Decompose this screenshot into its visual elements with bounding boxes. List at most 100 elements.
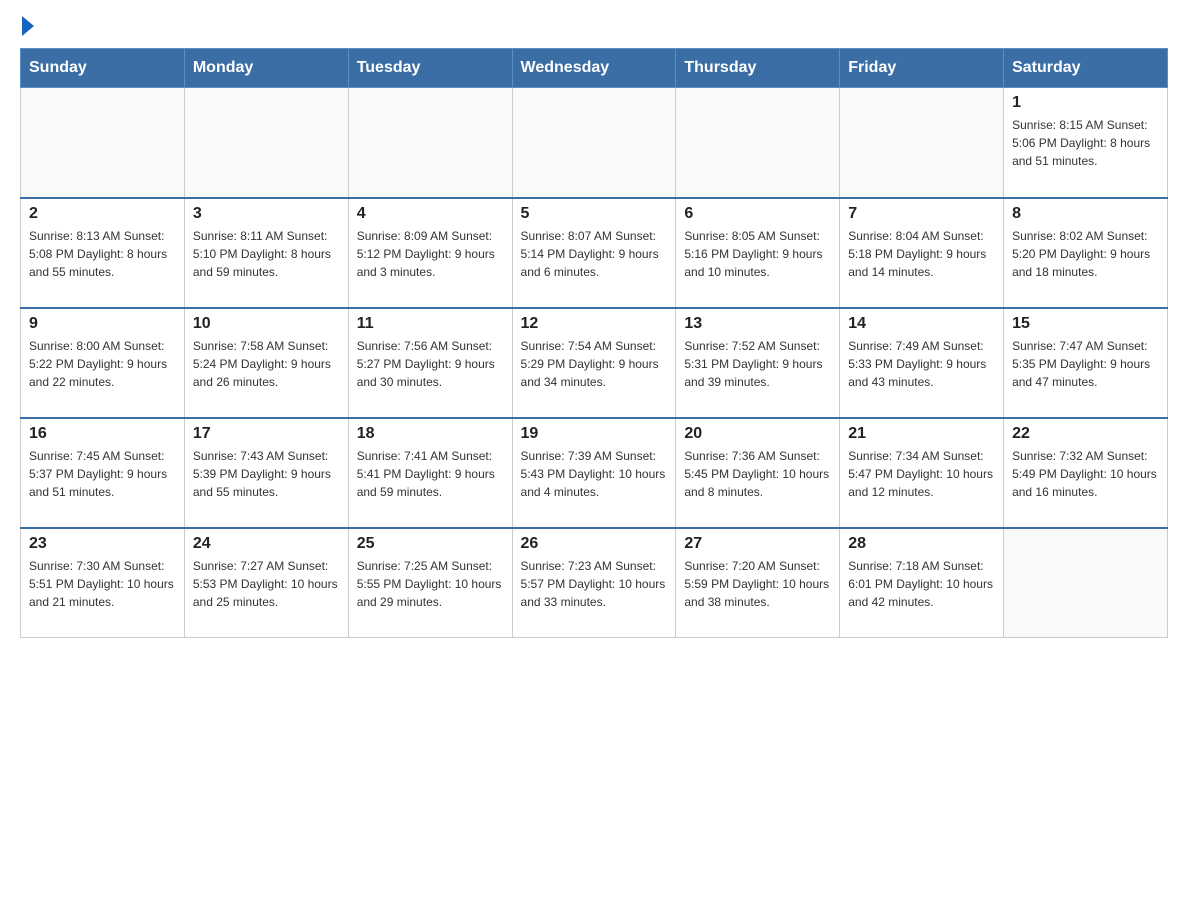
calendar-cell: 2 Sunrise: 8:13 AM Sunset: 5:08 PM Daylig… [21, 198, 185, 308]
day-number: 27 [684, 535, 831, 553]
day-info: Sunrise: 7:32 AM Sunset: 5:49 PM Dayligh… [1012, 447, 1159, 501]
calendar-cell: 15 Sunrise: 7:47 AM Sunset: 5:35 PM Dayli… [1004, 308, 1168, 418]
weekday-header-monday: Monday [184, 49, 348, 88]
weekday-header-thursday: Thursday [676, 49, 840, 88]
weekday-header-saturday: Saturday [1004, 49, 1168, 88]
day-number: 16 [29, 425, 176, 443]
calendar-cell [184, 88, 348, 198]
day-info: Sunrise: 8:07 AM Sunset: 5:14 PM Dayligh… [521, 227, 668, 281]
calendar-cell: 6 Sunrise: 8:05 AM Sunset: 5:16 PM Daylig… [676, 198, 840, 308]
weekday-header-tuesday: Tuesday [348, 49, 512, 88]
calendar-cell: 3 Sunrise: 8:11 AM Sunset: 5:10 PM Daylig… [184, 198, 348, 308]
day-info: Sunrise: 7:47 AM Sunset: 5:35 PM Dayligh… [1012, 337, 1159, 391]
calendar-cell [676, 88, 840, 198]
day-info: Sunrise: 7:18 AM Sunset: 6:01 PM Dayligh… [848, 557, 995, 611]
weekday-header-wednesday: Wednesday [512, 49, 676, 88]
day-info: Sunrise: 8:04 AM Sunset: 5:18 PM Dayligh… [848, 227, 995, 281]
calendar-cell: 16 Sunrise: 7:45 AM Sunset: 5:37 PM Dayli… [21, 418, 185, 528]
calendar-cell: 13Sunrise: 7:52 AM Sunset: 5:31 PM Dayli… [676, 308, 840, 418]
day-number: 8 [1012, 205, 1159, 223]
day-info: Sunrise: 7:41 AM Sunset: 5:41 PM Dayligh… [357, 447, 504, 501]
calendar-cell: 11Sunrise: 7:56 AM Sunset: 5:27 PM Dayli… [348, 308, 512, 418]
day-info: Sunrise: 8:15 AM Sunset: 5:06 PM Dayligh… [1012, 116, 1159, 170]
day-number: 11 [357, 315, 504, 333]
day-info: Sunrise: 8:09 AM Sunset: 5:12 PM Dayligh… [357, 227, 504, 281]
day-number: 22 [1012, 425, 1159, 443]
calendar-cell: 23 Sunrise: 7:30 AM Sunset: 5:51 PM Dayli… [21, 528, 185, 638]
day-info: Sunrise: 7:49 AM Sunset: 5:33 PM Dayligh… [848, 337, 995, 391]
day-info: Sunrise: 8:11 AM Sunset: 5:10 PM Dayligh… [193, 227, 340, 281]
logo-text [20, 20, 34, 36]
logo [20, 20, 34, 32]
calendar-cell: 5 Sunrise: 8:07 AM Sunset: 5:14 PM Daylig… [512, 198, 676, 308]
day-number: 1 [1012, 94, 1159, 112]
calendar-week-row: 2 Sunrise: 8:13 AM Sunset: 5:08 PM Daylig… [21, 198, 1168, 308]
day-number: 21 [848, 425, 995, 443]
day-number: 25 [357, 535, 504, 553]
day-number: 9 [29, 315, 176, 333]
day-info: Sunrise: 8:00 AM Sunset: 5:22 PM Dayligh… [29, 337, 176, 391]
day-number: 23 [29, 535, 176, 553]
calendar-cell: 12 Sunrise: 7:54 AM Sunset: 5:29 PM Dayli… [512, 308, 676, 418]
day-info: Sunrise: 7:54 AM Sunset: 5:29 PM Dayligh… [521, 337, 668, 391]
day-info: Sunrise: 7:52 AM Sunset: 5:31 PM Dayligh… [684, 337, 831, 391]
calendar-cell [348, 88, 512, 198]
calendar-cell: 26 Sunrise: 7:23 AM Sunset: 5:57 PM Dayli… [512, 528, 676, 638]
calendar-cell: 19 Sunrise: 7:39 AM Sunset: 5:43 PM Dayli… [512, 418, 676, 528]
day-number: 18 [357, 425, 504, 443]
day-info: Sunrise: 7:39 AM Sunset: 5:43 PM Dayligh… [521, 447, 668, 501]
page-header [20, 20, 1168, 32]
day-info: Sunrise: 7:27 AM Sunset: 5:53 PM Dayligh… [193, 557, 340, 611]
calendar-week-row: 1 Sunrise: 8:15 AM Sunset: 5:06 PM Daylig… [21, 88, 1168, 198]
day-info: Sunrise: 7:20 AM Sunset: 5:59 PM Dayligh… [684, 557, 831, 611]
day-number: 12 [521, 315, 668, 333]
day-number: 6 [684, 205, 831, 223]
calendar-cell [1004, 528, 1168, 638]
day-number: 2 [29, 205, 176, 223]
day-info: Sunrise: 7:34 AM Sunset: 5:47 PM Dayligh… [848, 447, 995, 501]
calendar-cell: 7 Sunrise: 8:04 AM Sunset: 5:18 PM Daylig… [840, 198, 1004, 308]
day-info: Sunrise: 8:05 AM Sunset: 5:16 PM Dayligh… [684, 227, 831, 281]
calendar-cell [21, 88, 185, 198]
day-number: 15 [1012, 315, 1159, 333]
day-number: 10 [193, 315, 340, 333]
day-number: 3 [193, 205, 340, 223]
calendar-week-row: 9 Sunrise: 8:00 AM Sunset: 5:22 PM Daylig… [21, 308, 1168, 418]
calendar-cell: 20 Sunrise: 7:36 AM Sunset: 5:45 PM Dayli… [676, 418, 840, 528]
weekday-header-sunday: Sunday [21, 49, 185, 88]
day-number: 17 [193, 425, 340, 443]
day-number: 20 [684, 425, 831, 443]
day-number: 7 [848, 205, 995, 223]
calendar-cell: 14Sunrise: 7:49 AM Sunset: 5:33 PM Dayli… [840, 308, 1004, 418]
calendar-cell [512, 88, 676, 198]
day-number: 26 [521, 535, 668, 553]
calendar-cell: 22 Sunrise: 7:32 AM Sunset: 5:49 PM Dayli… [1004, 418, 1168, 528]
calendar-cell: 9 Sunrise: 8:00 AM Sunset: 5:22 PM Daylig… [21, 308, 185, 418]
logo-arrow-icon [22, 16, 34, 36]
calendar-cell: 8Sunrise: 8:02 AM Sunset: 5:20 PM Daylig… [1004, 198, 1168, 308]
day-number: 5 [521, 205, 668, 223]
calendar-cell: 28 Sunrise: 7:18 AM Sunset: 6:01 PM Dayli… [840, 528, 1004, 638]
calendar-cell: 1 Sunrise: 8:15 AM Sunset: 5:06 PM Daylig… [1004, 88, 1168, 198]
calendar-cell: 4 Sunrise: 8:09 AM Sunset: 5:12 PM Daylig… [348, 198, 512, 308]
day-info: Sunrise: 7:45 AM Sunset: 5:37 PM Dayligh… [29, 447, 176, 501]
day-number: 4 [357, 205, 504, 223]
day-number: 28 [848, 535, 995, 553]
calendar-cell: 17 Sunrise: 7:43 AM Sunset: 5:39 PM Dayli… [184, 418, 348, 528]
calendar-cell [840, 88, 1004, 198]
day-number: 24 [193, 535, 340, 553]
weekday-header-friday: Friday [840, 49, 1004, 88]
calendar-cell: 18 Sunrise: 7:41 AM Sunset: 5:41 PM Dayli… [348, 418, 512, 528]
day-number: 19 [521, 425, 668, 443]
calendar-week-row: 16 Sunrise: 7:45 AM Sunset: 5:37 PM Dayli… [21, 418, 1168, 528]
day-info: Sunrise: 7:36 AM Sunset: 5:45 PM Dayligh… [684, 447, 831, 501]
day-info: Sunrise: 7:30 AM Sunset: 5:51 PM Dayligh… [29, 557, 176, 611]
day-info: Sunrise: 8:13 AM Sunset: 5:08 PM Dayligh… [29, 227, 176, 281]
calendar-table: SundayMondayTuesdayWednesdayThursdayFrid… [20, 48, 1168, 638]
day-info: Sunrise: 7:43 AM Sunset: 5:39 PM Dayligh… [193, 447, 340, 501]
day-info: Sunrise: 7:23 AM Sunset: 5:57 PM Dayligh… [521, 557, 668, 611]
calendar-cell: 24 Sunrise: 7:27 AM Sunset: 5:53 PM Dayli… [184, 528, 348, 638]
calendar-cell: 10Sunrise: 7:58 AM Sunset: 5:24 PM Dayli… [184, 308, 348, 418]
day-info: Sunrise: 7:25 AM Sunset: 5:55 PM Dayligh… [357, 557, 504, 611]
calendar-cell: 21 Sunrise: 7:34 AM Sunset: 5:47 PM Dayli… [840, 418, 1004, 528]
